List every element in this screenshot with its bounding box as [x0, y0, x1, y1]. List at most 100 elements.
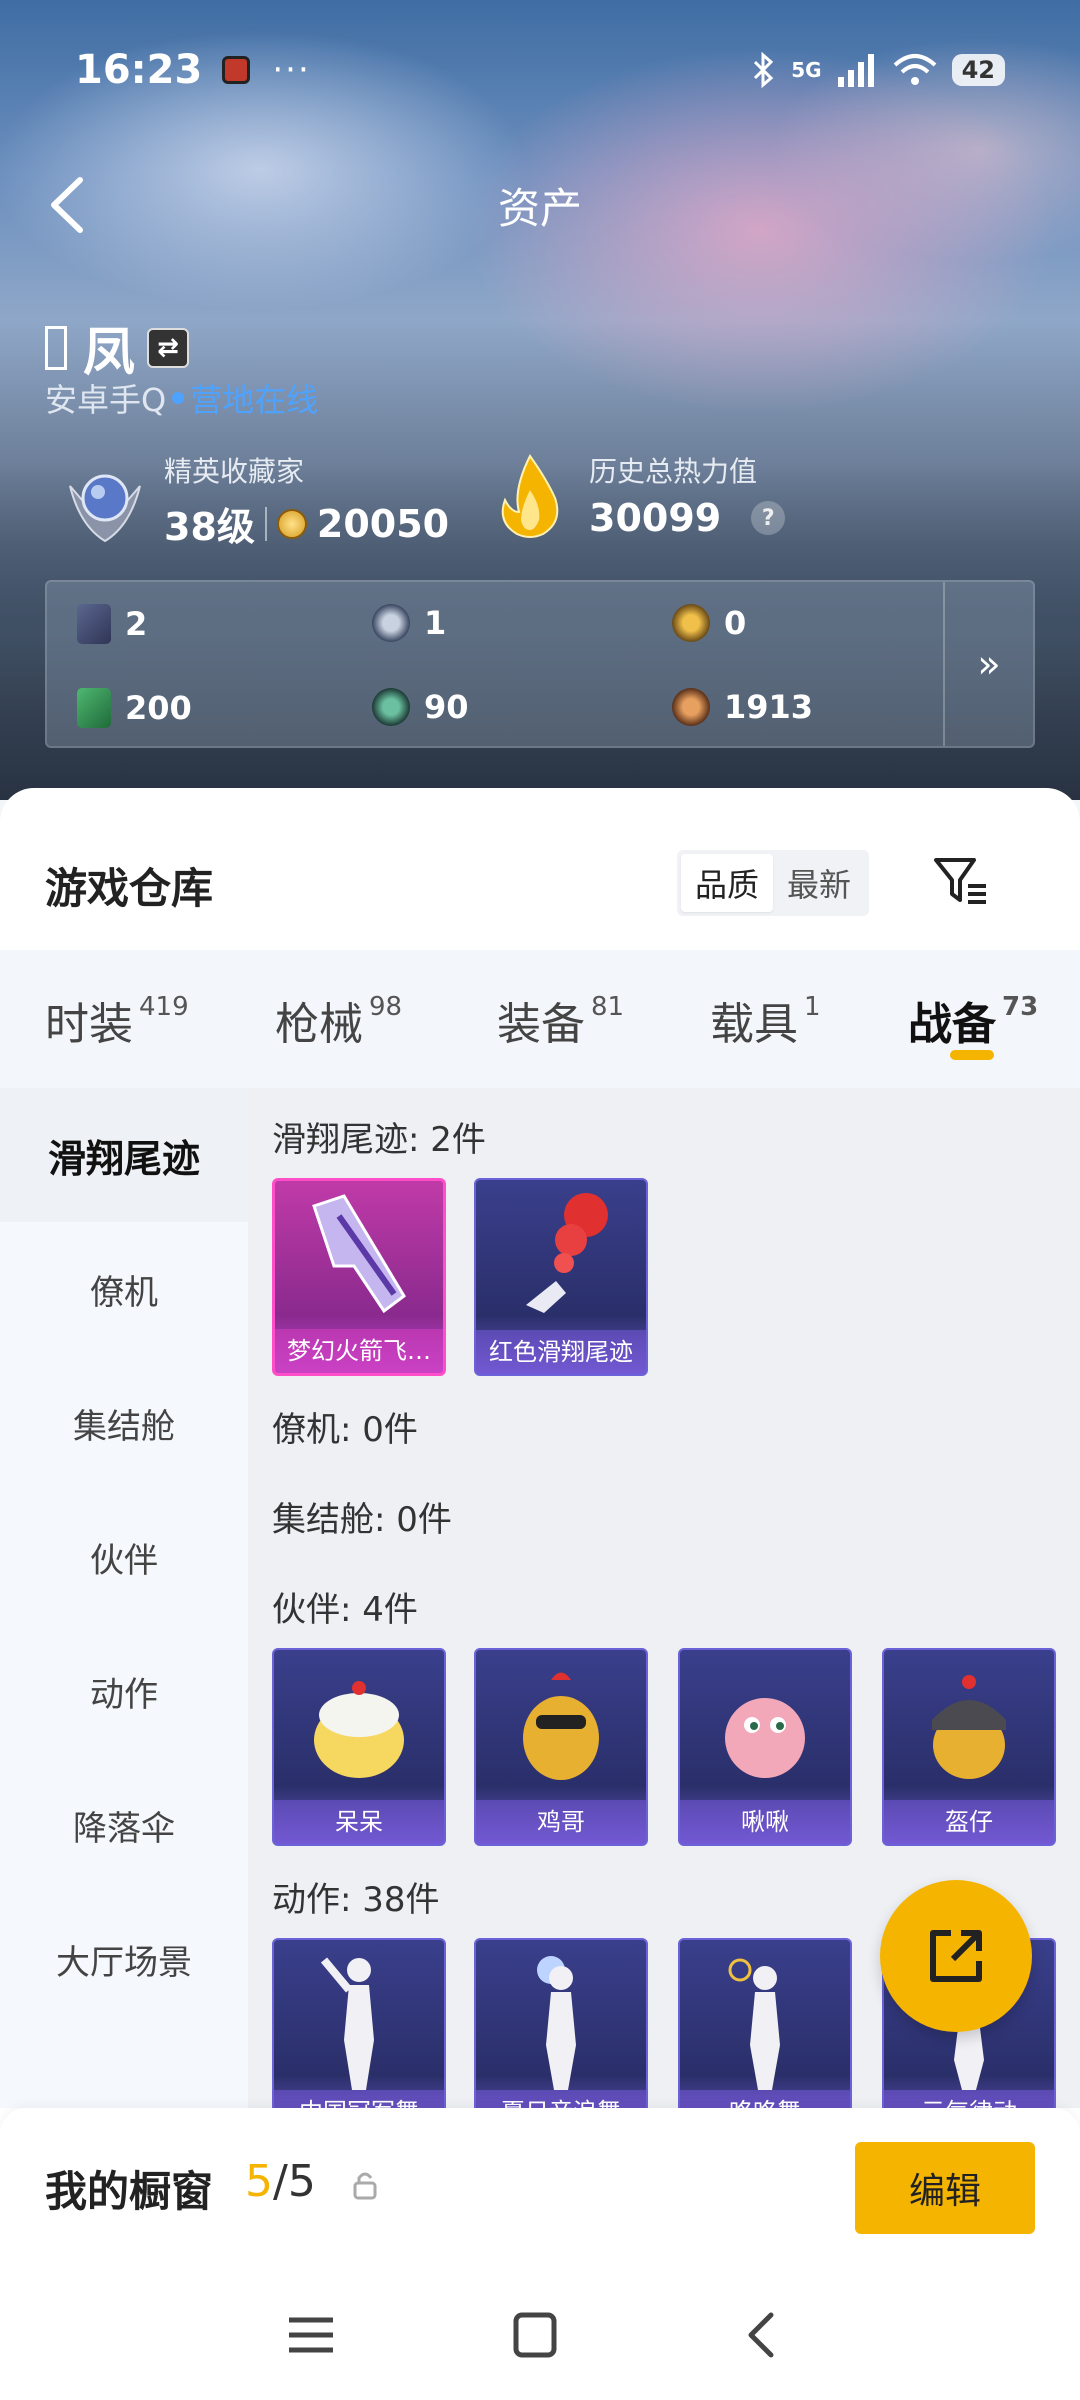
- showcase-label: 我的橱窗: [45, 2167, 214, 2216]
- item-card[interactable]: 梦幻火箭飞…: [272, 1178, 446, 1376]
- gold-token-icon: [672, 604, 710, 642]
- divider: [264, 506, 267, 541]
- item-name: 啾啾: [680, 1800, 850, 1844]
- user-level: 38级: [164, 505, 255, 549]
- item-card[interactable]: 呆呆: [272, 1648, 446, 1846]
- item-name: 红色滑翔尾迹: [476, 1330, 646, 1374]
- dance-emote-icon: [476, 1940, 646, 2090]
- silver-token-icon: [372, 604, 410, 642]
- tab-count: 98: [369, 992, 403, 1022]
- item-card[interactable]: 盔仔: [882, 1648, 1056, 1846]
- tab-label: 时装: [45, 999, 133, 1050]
- resource-item[interactable]: 2: [77, 604, 147, 644]
- chick-partner-icon: [274, 1650, 444, 1800]
- sort-quality-button[interactable]: 品质: [681, 854, 774, 912]
- resource-item[interactable]: 1: [372, 604, 446, 642]
- sidebar-item-glide-trail[interactable]: 滑翔尾迹: [0, 1088, 248, 1222]
- help-icon[interactable]: ?: [751, 501, 786, 535]
- more-resources-button[interactable]: »: [943, 582, 1033, 746]
- edit-showcase-button[interactable]: 编辑: [855, 2142, 1035, 2234]
- app-notification-icon: [222, 56, 251, 84]
- tab-count: 73: [1002, 992, 1039, 1022]
- showcase-total: /5: [273, 2156, 316, 2207]
- battery-level: 42: [951, 54, 1005, 86]
- signal-icon: [837, 54, 874, 87]
- online-dot-icon: [172, 392, 185, 404]
- lock-icon: [353, 2172, 377, 2200]
- sidebar-item-wingman[interactable]: 僚机: [0, 1222, 248, 1356]
- flame-icon: [501, 454, 559, 538]
- sidebar-item-assembly-pod[interactable]: 集结舱: [0, 1356, 248, 1490]
- item-name: 盔仔: [884, 1800, 1054, 1844]
- missing-glyph-icon: [45, 325, 67, 370]
- status-icons: 5G 42: [751, 52, 1005, 88]
- resource-item[interactable]: 90: [372, 688, 469, 726]
- resource-panel: 2 1 0 200 90 1913 »: [45, 580, 1035, 748]
- item-card[interactable]: 啾啾: [678, 1648, 852, 1846]
- item-card[interactable]: 红色滑翔尾迹: [474, 1178, 648, 1376]
- resource-item[interactable]: 200: [77, 688, 192, 728]
- subcategory-sidebar: 滑翔尾迹 僚机 集结舱 伙伴 动作 降落伞 大厅场景: [0, 1088, 248, 2108]
- network-type: 5G: [791, 58, 822, 82]
- status-time: 16:23: [75, 47, 203, 93]
- bronze-token-icon: [672, 688, 710, 726]
- tab-guns[interactable]: 枪械 98: [275, 988, 402, 1052]
- warehouse-title: 游戏仓库: [45, 864, 214, 913]
- item-card[interactable]: 中国冠军舞: [272, 1938, 446, 2108]
- item-name: 夏日音浪舞: [476, 2090, 646, 2108]
- sidebar-item-emote[interactable]: 动作: [0, 1624, 248, 1758]
- tab-label: 战备: [908, 999, 996, 1050]
- heat-block[interactable]: 历史总热力值 30099 ?: [485, 450, 786, 540]
- tab-label: 载具: [710, 999, 798, 1050]
- heat-value: 30099: [589, 496, 722, 540]
- resource-item[interactable]: 0: [672, 604, 746, 642]
- item-card[interactable]: 夏日音浪舞: [474, 1938, 648, 2108]
- resource-item[interactable]: 1913: [672, 688, 813, 726]
- collection-points: 20050: [316, 501, 450, 546]
- wifi-icon: [893, 54, 936, 85]
- tab-count: 1: [804, 992, 821, 1022]
- rank-emblem-icon: [69, 474, 141, 542]
- online-status: 营地在线: [190, 381, 319, 419]
- item-name: 咯咯舞: [680, 2090, 850, 2108]
- resource-value: 200: [125, 689, 192, 727]
- glider-icon: [275, 1181, 443, 1331]
- item-name: 鸡哥: [476, 1800, 646, 1844]
- back-nav-icon[interactable]: [735, 2310, 791, 2360]
- tab-label: 装备: [497, 999, 585, 1050]
- share-button[interactable]: [880, 1880, 1032, 2032]
- tab-vehicles[interactable]: 载具 1: [710, 988, 821, 1052]
- item-card[interactable]: 咯咯舞: [678, 1938, 852, 2108]
- home-icon[interactable]: [507, 2310, 563, 2360]
- item-name: 呆呆: [274, 1800, 444, 1844]
- menu-icon[interactable]: [283, 2310, 339, 2360]
- resource-value: 90: [424, 688, 469, 726]
- helmet-chick-partner-icon: [884, 1650, 1054, 1800]
- sort-newest-button[interactable]: 最新: [773, 854, 865, 912]
- bluetooth-icon: [754, 52, 774, 88]
- resource-value: 2: [125, 605, 148, 643]
- item-name: 元气律动: [884, 2090, 1054, 2108]
- item-card[interactable]: 鸡哥: [474, 1648, 648, 1846]
- switch-account-icon[interactable]: ⇄: [147, 327, 190, 368]
- user-name: 凤: [83, 323, 136, 383]
- sidebar-item-partner[interactable]: 伙伴: [0, 1490, 248, 1624]
- section-title-emote: 动作: 38件: [272, 1880, 440, 1920]
- section-title-glide: 滑翔尾迹: 2件: [272, 1120, 486, 1160]
- filter-icon[interactable]: [930, 850, 992, 912]
- user-platform: 安卓手Q: [45, 381, 167, 419]
- sidebar-item-parachute[interactable]: 降落伞: [0, 1758, 248, 1892]
- page-title: 资产: [497, 184, 582, 233]
- rank-block[interactable]: 精英收藏家 38级 20050: [60, 450, 449, 551]
- active-tab-indicator: [950, 1050, 994, 1060]
- pink-bird-partner-icon: [680, 1650, 850, 1800]
- tab-fashion[interactable]: 时装 419: [45, 988, 189, 1052]
- status-bar: 16:23 ··· 5G 42: [75, 40, 1005, 100]
- tab-gear[interactable]: 战备 73: [908, 988, 1038, 1052]
- showcase-count: 5/5: [245, 2156, 316, 2207]
- sidebar-item-lobby-scene[interactable]: 大厅场景: [0, 1892, 248, 2026]
- tab-equipment[interactable]: 装备 81: [497, 988, 624, 1052]
- more-notifications-icon: ···: [272, 50, 311, 90]
- section-title-assembly: 集结舱: 0件: [272, 1500, 452, 1540]
- showcase-current: 5: [245, 2156, 273, 2207]
